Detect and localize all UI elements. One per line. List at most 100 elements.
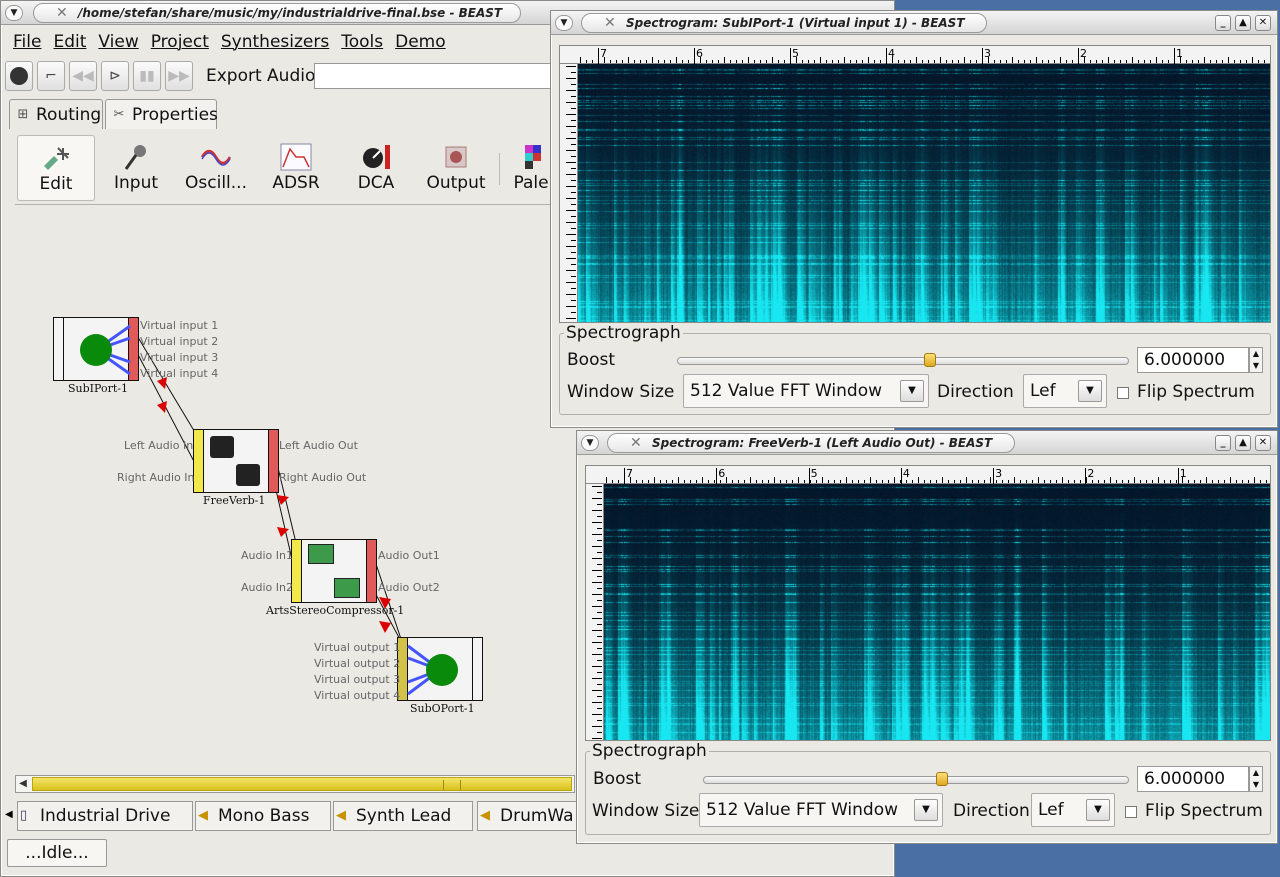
freq-ruler-tick [566, 282, 576, 283]
routing-hscrollbar[interactable]: ◀ [15, 775, 575, 793]
scroll-left-icon[interactable]: ◀ [16, 776, 30, 792]
window-size-select[interactable]: 512 Value FFT Window ▼ [699, 793, 943, 827]
boost-slider[interactable] [703, 776, 1129, 784]
play-button[interactable]: ⊳ [101, 61, 129, 91]
ruler-minor-tick [1006, 60, 1007, 63]
palette-edit[interactable]: Edit [17, 135, 95, 201]
palette-input[interactable]: Input [97, 135, 175, 201]
maximize-button[interactable]: ▲ [1235, 15, 1251, 31]
ruler-minor-tick [762, 480, 763, 483]
ruler-major-tick [1085, 468, 1087, 484]
ruler-tick-label: 4 [902, 467, 910, 480]
ruler-minor-tick [622, 60, 623, 63]
close-button[interactable]: ✕ [1255, 435, 1271, 451]
forward-button[interactable]: ▶▶ [165, 61, 193, 91]
maximize-button[interactable]: ▲ [1235, 435, 1251, 451]
freeverb-in-label: Left Audio In [124, 439, 194, 452]
direction-select[interactable]: Lef ▼ [1023, 374, 1107, 408]
ruler-minor-tick [1054, 60, 1055, 63]
chevron-down-icon[interactable]: ▼ [900, 380, 924, 402]
module-freeverb[interactable] [193, 429, 279, 493]
chevron-down-icon[interactable]: ▼ [1078, 380, 1102, 402]
speaker-icon [445, 146, 467, 168]
spectrogram-2-view[interactable]: 7 6 5 4 3 2 1 [585, 465, 1271, 741]
track-drumwa[interactable]: ◀ DrumWa [477, 801, 581, 831]
ruler-minor-tick [1008, 480, 1009, 483]
minimize-button[interactable]: _ [1215, 435, 1231, 451]
main-title-pill[interactable]: ✕ /home/stefan/share/music/my/industrial… [33, 3, 521, 23]
ruler-minor-tick [1234, 60, 1235, 63]
ruler-minor-tick [864, 480, 865, 483]
direction-label: Direction [937, 382, 1014, 402]
freq-ruler-tick [566, 174, 576, 175]
rewind-button[interactable]: ◀◀ [69, 61, 97, 91]
routing-canvas[interactable]: Virtual input 1 Virtual input 2 Virtual … [15, 211, 555, 771]
window-size-select[interactable]: 512 Value FFT Window ▼ [683, 374, 929, 408]
boost-spin-arrows[interactable]: ▲ ▼ [1249, 766, 1263, 792]
pause-button[interactable]: ▮▮ [133, 61, 161, 91]
freq-ruler-tick [592, 642, 602, 643]
menu-synthesizers[interactable]: Synthesizers [221, 32, 329, 52]
direction-select[interactable]: Lef ▼ [1031, 793, 1115, 827]
ruler-tick-label: 7 [626, 467, 633, 480]
menu-tools[interactable]: Tools [341, 32, 383, 52]
wire-arrow [157, 401, 167, 413]
palette-dca[interactable]: DCA [337, 135, 415, 201]
ruler-tick-label: 3 [995, 467, 1003, 480]
record-button[interactable] [5, 61, 33, 91]
palette-oscillator[interactable]: Oscill... [177, 135, 255, 201]
boost-slider-knob[interactable] [924, 353, 937, 367]
module-compressor[interactable] [291, 539, 377, 603]
ruler-minor-tick [1014, 477, 1015, 483]
tab-properties[interactable]: ✂ Properties [105, 99, 218, 129]
boost-value-field[interactable]: 6.000000 [1137, 347, 1249, 373]
menu-view[interactable]: View [98, 32, 138, 52]
window-menu-icon[interactable]: ▼ [5, 5, 23, 21]
minimize-button[interactable]: _ [1215, 15, 1231, 31]
menu-edit[interactable]: Edit [53, 32, 86, 52]
boost-slider-knob[interactable] [935, 772, 948, 786]
track-synth-lead[interactable]: ◀ Synth Lead [333, 801, 473, 831]
track-mono-bass[interactable]: ◀ Mono Bass [195, 801, 331, 831]
palette-palette[interactable]: Pale [507, 135, 555, 201]
spectrogram-1-title-pill[interactable]: ✕ Spectrogram: SubIPort-1 (Virtual input… [581, 13, 987, 33]
window-menu-icon[interactable]: ▼ [581, 435, 599, 451]
freeverb-name: FreeVerb-1 [203, 494, 266, 507]
direction-label: Direction [953, 801, 1030, 821]
boost-slider[interactable] [677, 357, 1129, 365]
palette-adsr[interactable]: ADSR [257, 135, 335, 201]
spectrogram-1-view[interactable]: 7 6 5 4 3 2 1 [559, 45, 1271, 323]
ruler-minor-tick [838, 60, 839, 63]
boost-spin-arrows[interactable]: ▲ ▼ [1249, 347, 1263, 373]
ruler-minor-tick [1050, 480, 1051, 483]
ruler-minor-tick [816, 480, 817, 483]
freq-ruler-tick [571, 144, 576, 145]
spectrogram-window-2: ▼ ✕ Spectrogram: FreeVerb-1 (Left Audio … [576, 430, 1278, 844]
export-audio-field[interactable] [314, 63, 554, 89]
rewind-start-button[interactable]: ⌐ [37, 61, 65, 91]
boost-value-field[interactable]: 6.000000 [1137, 766, 1249, 792]
menu-file[interactable]: File [13, 32, 41, 52]
module-subiport[interactable] [53, 317, 139, 381]
close-button[interactable]: ✕ [1255, 15, 1271, 31]
tracks-scroll-left-icon[interactable]: ◀ [5, 809, 13, 820]
flip-spectrum-checkbox[interactable] [1125, 806, 1137, 818]
spectrogram-2-title-pill[interactable]: ✕ Spectrogram: FreeVerb-1 (Left Audio Ou… [607, 433, 1015, 453]
ruler-minor-tick [1246, 60, 1247, 63]
ruler-minor-tick [660, 480, 661, 483]
menu-project[interactable]: Project [151, 32, 209, 52]
ruler-minor-tick [972, 480, 973, 483]
chevron-down-icon[interactable]: ▼ [914, 799, 938, 821]
ruler-minor-tick [1066, 60, 1067, 63]
scroll-thumb[interactable] [32, 777, 572, 791]
track-industrial-drive[interactable]: ▯ Industrial Drive [17, 801, 193, 831]
tab-routing[interactable]: ⊞ Routing [9, 99, 103, 129]
chevron-down-icon[interactable]: ▼ [1086, 799, 1110, 821]
freeverb-out-label: Right Audio Out [279, 471, 367, 484]
palette-output[interactable]: Output [417, 135, 495, 201]
window-menu-icon[interactable]: ▼ [555, 15, 573, 31]
ruler-minor-tick [846, 477, 847, 483]
module-suboport[interactable] [397, 637, 483, 701]
flip-spectrum-checkbox[interactable] [1117, 387, 1129, 399]
menu-demo[interactable]: Demo [395, 32, 446, 52]
